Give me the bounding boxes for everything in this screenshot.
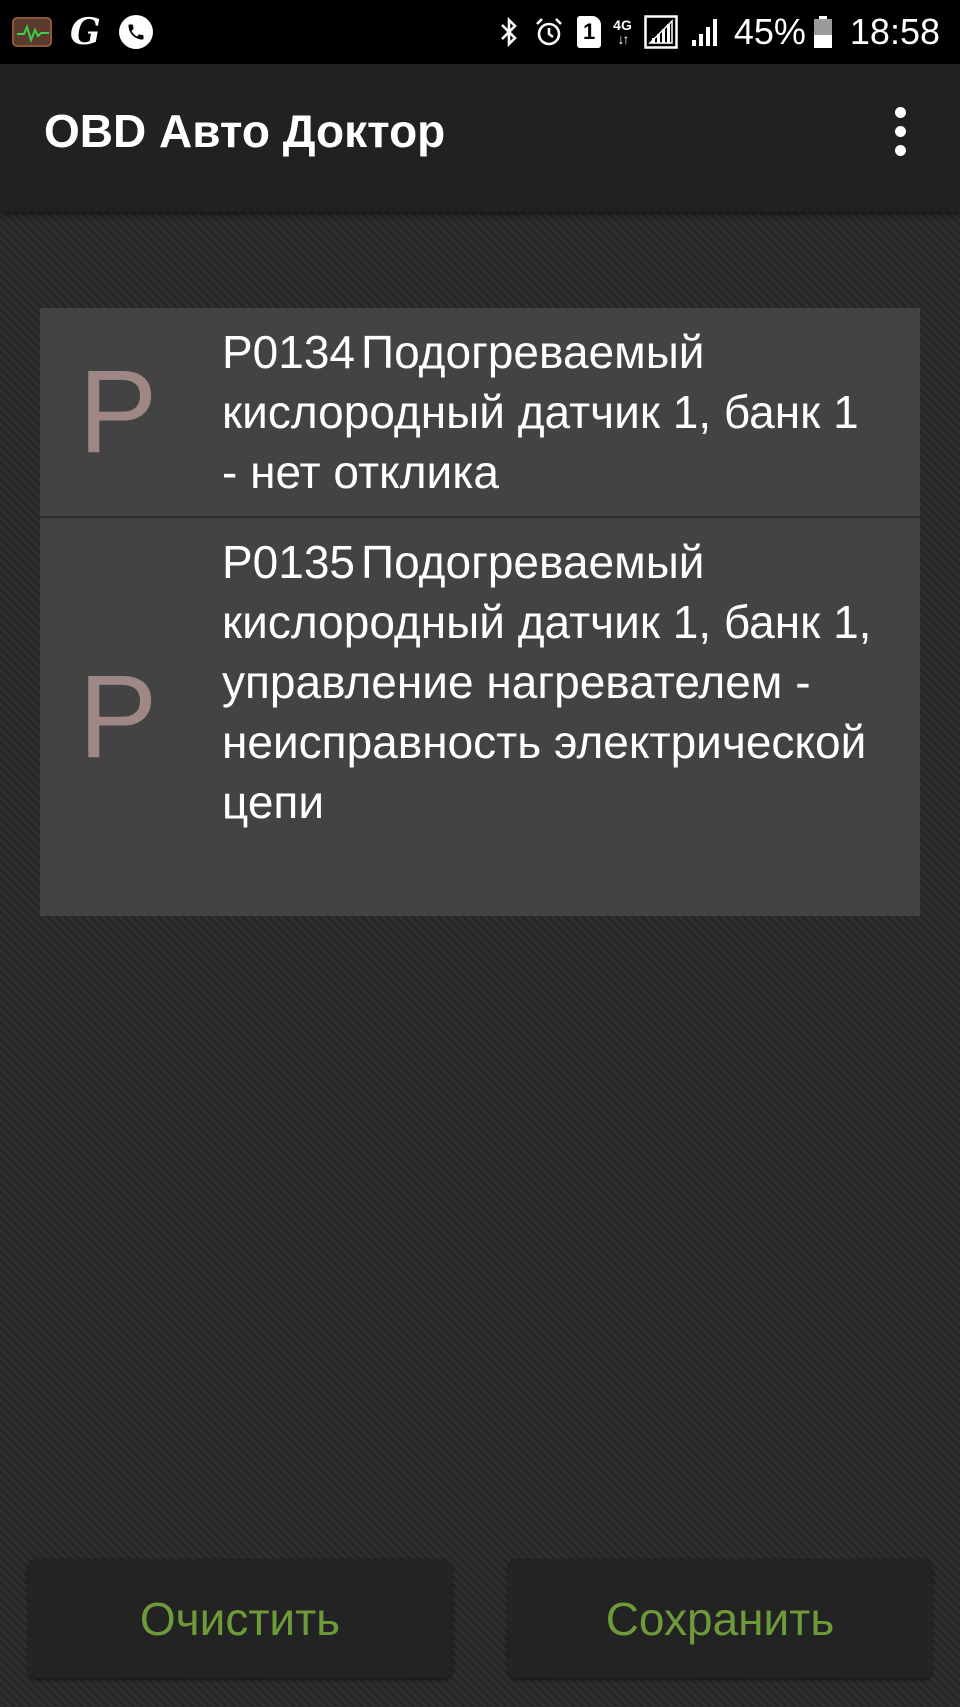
dtc-type-letter: P bbox=[78, 346, 158, 478]
bluetooth-icon bbox=[501, 16, 517, 48]
app-title: OBD Авто Доктор bbox=[44, 105, 446, 157]
obd-app-icon bbox=[12, 17, 52, 47]
network-type-label: 4G bbox=[613, 17, 632, 33]
g-icon: G bbox=[70, 11, 101, 53]
call-icon bbox=[118, 15, 153, 49]
dtc-text: P0135 Подогреваемый кислородный датчик 1,… bbox=[222, 518, 920, 916]
more-vert-icon[interactable] bbox=[876, 95, 924, 167]
network-type-icon: 4G ↓↑ bbox=[613, 18, 632, 46]
dtc-code: P0134 bbox=[222, 326, 356, 378]
network-arrows: ↓↑ bbox=[617, 31, 630, 47]
cell-signal-icon bbox=[691, 19, 717, 46]
dtc-code: P0135 bbox=[222, 536, 356, 588]
battery-icon bbox=[813, 16, 832, 48]
dtc-type-letter: P bbox=[78, 651, 158, 783]
dtc-list: P P0134 Подогреваемый кислородный датчик … bbox=[40, 308, 920, 916]
battery-percent: 45% bbox=[733, 11, 806, 52]
save-button[interactable]: Сохранить bbox=[508, 1559, 932, 1678]
clear-button[interactable]: Очистить bbox=[28, 1559, 452, 1678]
notification-area: G bbox=[12, 14, 171, 50]
dtc-row[interactable]: P P0134 Подогреваемый кислородный датчик … bbox=[40, 308, 920, 518]
dtc-text: P0134 Подогреваемый кислородный датчик 1,… bbox=[222, 308, 920, 516]
dtc-row[interactable]: P P0135 Подогреваемый кислородный датчик … bbox=[40, 518, 920, 916]
system-status-area: 1 4G ↓↑ 45% 18:58 bbox=[485, 11, 940, 53]
alarm-icon bbox=[536, 18, 563, 46]
wifi-signal-icon bbox=[644, 15, 678, 49]
app-bar: OBD Авто Доктор bbox=[0, 64, 960, 212]
clock: 18:58 bbox=[849, 11, 940, 52]
sim-icon: 1 bbox=[577, 16, 602, 48]
status-bar: G 1 4G ↓↑ 45% 18:58 bbox=[0, 0, 960, 64]
